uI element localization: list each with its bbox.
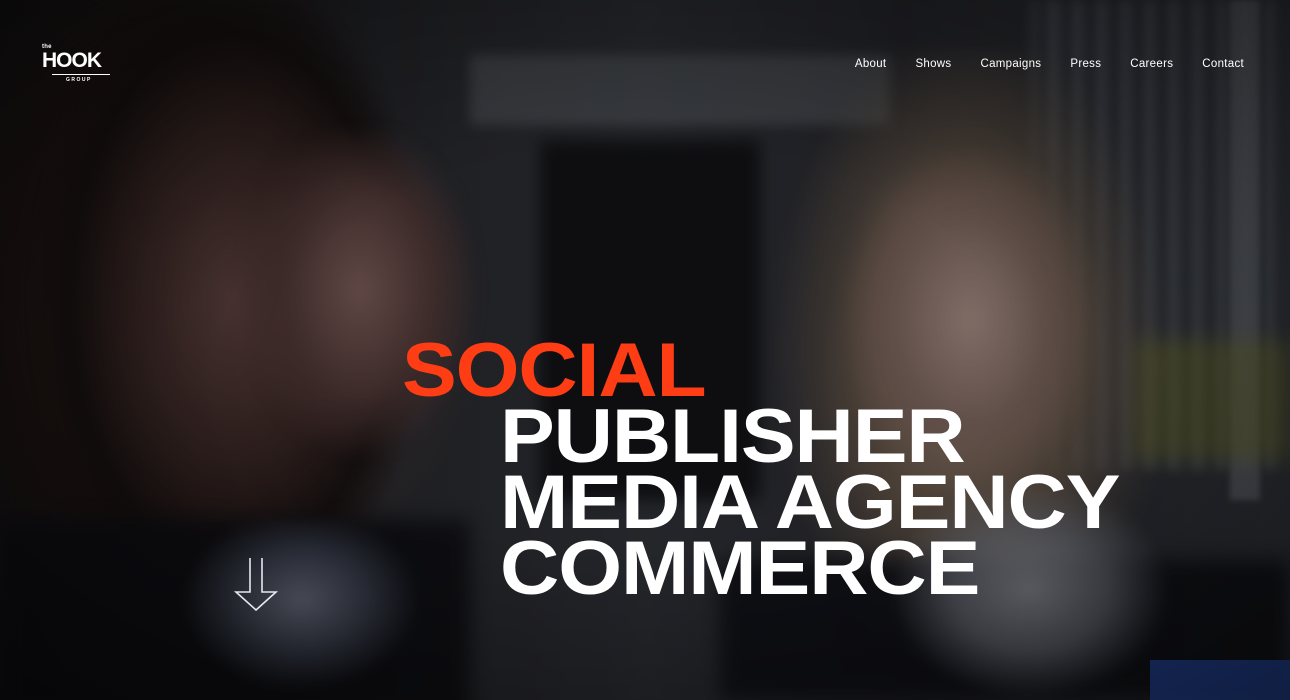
nav-about[interactable]: About: [855, 58, 887, 70]
logo[interactable]: the HOOK GROUP: [42, 44, 122, 86]
nav-press[interactable]: Press: [1070, 58, 1101, 70]
logo-group: GROUP: [66, 77, 92, 83]
nav-shows[interactable]: Shows: [915, 58, 951, 70]
main-nav: About Shows Campaigns Press Careers Cont…: [855, 58, 1244, 70]
logo-wordmark: HOOK: [42, 49, 102, 72]
nav-careers[interactable]: Careers: [1130, 58, 1173, 70]
hero-section: the HOOK GROUP About Shows Campaigns Pre…: [0, 0, 1290, 700]
nav-campaigns[interactable]: Campaigns: [980, 58, 1041, 70]
arrow-down-icon[interactable]: [232, 556, 280, 612]
hero-headline: SOCIAL PUBLISHER MEDIA AGENCY COMMERCE: [402, 333, 1120, 607]
logo-divider: [52, 74, 110, 75]
headline-commerce: COMMERCE: [500, 526, 980, 611]
nav-contact[interactable]: Contact: [1202, 58, 1244, 70]
